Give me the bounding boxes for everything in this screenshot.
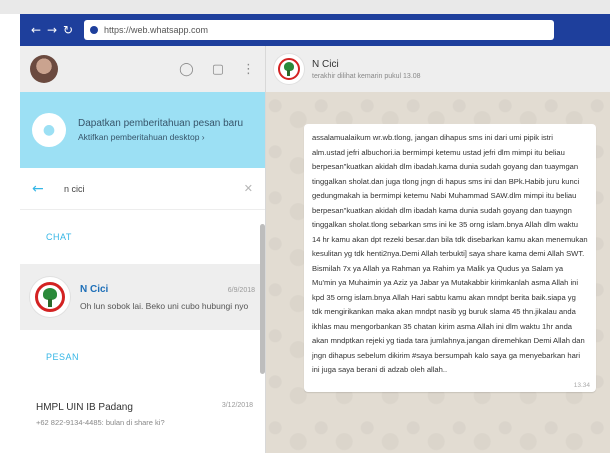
chat-list-panel: ◯ ▢ ⋮ ● Dapatkan pemberitahuan pesan bar…: [20, 46, 266, 453]
lock-icon: [90, 26, 98, 34]
section-header-messages: PESAN: [46, 352, 80, 362]
window-top-strip: [0, 0, 610, 14]
message-group-name: HMPL UIN IB Padang: [36, 401, 133, 413]
address-bar[interactable]: https://web.whatsapp.com: [84, 20, 554, 40]
chat-name: N Cici: [80, 283, 109, 295]
message-result-item[interactable]: HMPL UIN IB Padang 3/12/2018 +62 822-913…: [20, 384, 265, 444]
avatar[interactable]: [30, 55, 58, 83]
enable-notifications-link[interactable]: Aktifkan pemberitahuan desktop ›: [78, 132, 243, 142]
message-time: 3/12/2018: [221, 401, 253, 409]
message-timestamp: 13.34: [573, 381, 590, 389]
chat-result-item[interactable]: N Cici 6/9/2018 Oh lun sobok lai. Beko u…: [20, 264, 265, 330]
back-icon[interactable]: ←: [28, 23, 44, 37]
whatsapp-app: ◯ ▢ ⋮ ● Dapatkan pemberitahuan pesan bar…: [20, 46, 610, 453]
notification-title: Dapatkan pemberitahuan pesan baru: [78, 118, 244, 129]
left-header: ◯ ▢ ⋮: [20, 46, 265, 92]
back-arrow-icon[interactable]: ←: [32, 181, 52, 197]
conversation-header[interactable]: N Cici terakhir dilihat kemarin pukul 13…: [266, 46, 610, 92]
notification-banner[interactable]: ● Dapatkan pemberitahuan pesan baru Akti…: [20, 92, 265, 168]
scrollbar[interactable]: [260, 224, 265, 374]
conversation-panel: N Cici terakhir dilihat kemarin pukul 13…: [266, 46, 610, 453]
message-bubble[interactable]: assalamualaikum wr.wb.tlong, jangan diha…: [304, 124, 596, 392]
section-header-chat: CHAT: [46, 232, 72, 242]
conversation-name: N Cici: [312, 58, 339, 70]
bell-icon: ●: [32, 113, 66, 147]
search-bar: ← n cici ✕: [20, 168, 265, 210]
clear-search-icon[interactable]: ✕: [244, 182, 253, 195]
contact-avatar: [30, 277, 70, 317]
forward-icon[interactable]: →: [44, 23, 60, 37]
search-input[interactable]: n cici: [64, 184, 244, 194]
chat-time: 6/9/2018: [227, 286, 255, 294]
reload-icon[interactable]: ↻: [60, 23, 76, 37]
message-preview: +62 822-9134-4485: bulan di share ki?: [36, 417, 165, 427]
last-seen-status: terakhir dilihat kemarin pukul 13.08: [312, 72, 421, 80]
url-text: https://web.whatsapp.com: [104, 25, 209, 35]
message-text: assalamualaikum wr.wb.tlong, jangan diha…: [312, 133, 588, 374]
chat-preview: Oh lun sobok lai. Beko uni cubo hubungi …: [80, 300, 249, 311]
new-chat-icon[interactable]: ▢: [212, 62, 224, 77]
status-icon[interactable]: ◯: [179, 62, 194, 77]
conversation-avatar[interactable]: [274, 54, 304, 84]
menu-icon[interactable]: ⋮: [242, 62, 255, 77]
browser-toolbar: ← → ↻ https://web.whatsapp.com: [20, 14, 610, 46]
